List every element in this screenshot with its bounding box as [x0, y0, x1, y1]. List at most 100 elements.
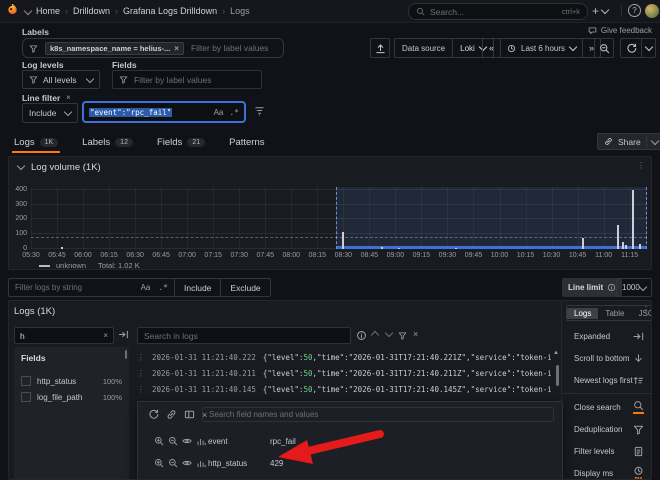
collapse-panel-icon[interactable] — [16, 161, 26, 171]
row-menu-icon[interactable]: ⋮ — [137, 353, 145, 362]
next-match-icon[interactable] — [384, 328, 394, 338]
tab-fields[interactable]: Fields 21 — [157, 137, 206, 153]
global-search-input[interactable]: Search... ctrl+k — [408, 3, 588, 20]
scroll-top-icon[interactable]: ▲ — [553, 350, 559, 356]
grafana-logo-icon[interactable] — [7, 4, 18, 15]
x-tick-label: 05:30 — [22, 252, 40, 259]
row-menu-icon[interactable]: ⋮ — [137, 385, 145, 394]
line-filter-mode-dropdown[interactable]: Include — [22, 103, 78, 123]
link-icon[interactable] — [166, 409, 177, 420]
search-in-logs-input[interactable]: Search in logs — [137, 327, 351, 344]
datasource-picker[interactable]: Data source Loki — [394, 38, 494, 58]
gridline-x — [187, 187, 189, 249]
give-feedback-link[interactable]: Give feedback — [588, 26, 652, 35]
filter-for-value-icon[interactable] — [154, 458, 164, 468]
breadcrumb-item[interactable]: Home — [36, 6, 60, 16]
field-stats-icon[interactable] — [196, 458, 206, 468]
log-row[interactable]: ⋮ 2026-01-31 11:21:40.145 {"level":50,"tim… — [137, 381, 551, 397]
legend-series-marker — [39, 264, 50, 267]
case-sensitive-toggle[interactable]: Aa — [214, 108, 224, 117]
log-levels-dropdown[interactable]: All levels — [22, 70, 100, 89]
label-filters-box[interactable]: k8s_namespace_name = helius-... × Filter… — [22, 38, 284, 58]
close-search-icon[interactable]: × — [413, 329, 418, 339]
field-stats-icon[interactable] — [196, 436, 206, 446]
option-expanded[interactable]: Expanded — [562, 325, 651, 347]
field-list-item-log_file_path[interactable]: log_file_path 100% — [14, 389, 129, 405]
log-row[interactable]: ⋮ 2026-01-31 11:21:40.211 {"level":50,"tim… — [137, 365, 551, 381]
option-deduplication[interactable]: Deduplication — [562, 418, 651, 440]
option-display-ms[interactable]: Display ms ms — [562, 462, 651, 479]
panel-title[interactable]: Log volume (1K) — [31, 162, 101, 173]
regex-toggle[interactable]: .* — [158, 283, 168, 292]
option-close-search[interactable]: Close search — [562, 396, 651, 418]
exclude-button[interactable]: Exclude — [220, 279, 269, 296]
filter-logs-input[interactable]: Filter logs by string Aa .* — [9, 279, 174, 296]
view-option-table[interactable]: Table — [598, 308, 631, 319]
columns-icon[interactable] — [184, 409, 195, 420]
refresh-icon[interactable] — [148, 409, 159, 420]
time-selection-region[interactable] — [336, 187, 647, 249]
zoom-out-button[interactable] — [594, 38, 614, 58]
field-checkbox[interactable] — [21, 376, 31, 386]
filter-for-value-icon[interactable] — [154, 436, 164, 446]
option-scroll-to-bottom[interactable]: Scroll to bottom — [562, 347, 651, 369]
breadcrumb-item[interactable]: Logs — [230, 6, 250, 16]
include-button[interactable]: Include — [174, 279, 220, 296]
line-limit-select[interactable]: 1000 — [616, 278, 652, 297]
org-switcher-caret-icon[interactable] — [23, 6, 33, 16]
log-segment: ,"time":"2026-01-31T17:21:40.221Z","serv… — [312, 352, 551, 362]
collapse-sidebar-icon[interactable] — [118, 329, 129, 340]
details-search-input[interactable]: Search field names and values — [202, 407, 554, 422]
time-range-button[interactable]: Last 6 hours — [501, 39, 582, 57]
toggle-field-visibility-icon[interactable] — [182, 436, 192, 446]
tab-labels[interactable]: Labels 12 — [82, 137, 133, 153]
clear-search-icon[interactable]: × — [103, 331, 108, 340]
line-limit-button[interactable]: Line limit — [562, 278, 623, 297]
funnel-icon — [29, 75, 38, 84]
new-menu-button[interactable]: + — [592, 3, 610, 19]
user-avatar[interactable] — [645, 4, 659, 18]
toggle-field-visibility-icon[interactable] — [182, 458, 192, 468]
sidebar-scrollbar[interactable] — [125, 350, 127, 359]
filter-out-value-icon[interactable] — [168, 436, 178, 446]
regex-toggle[interactable]: .* — [229, 108, 239, 117]
export-button[interactable] — [370, 38, 390, 58]
fields-search-input[interactable]: h × — [14, 327, 114, 344]
remove-chip-icon[interactable]: × — [174, 44, 179, 53]
logs-scrollbar[interactable] — [556, 361, 559, 397]
help-icon[interactable]: ? — [628, 4, 641, 17]
field-checkbox[interactable] — [21, 392, 31, 402]
logs-panel-title[interactable]: Logs (1K) — [14, 306, 55, 317]
tab-patterns[interactable]: Patterns — [229, 137, 264, 153]
view-option-logs[interactable]: Logs — [567, 307, 599, 319]
case-sensitive-toggle[interactable]: Aa — [141, 283, 151, 292]
field-list-item-http_status[interactable]: http_status 100% — [14, 373, 129, 389]
options-menu-icon[interactable]: ⋮ — [642, 305, 650, 314]
option-filter-levels[interactable]: Filter levels — [562, 440, 651, 462]
refresh-icon[interactable] — [621, 39, 641, 57]
funnel-icon[interactable] — [398, 331, 407, 340]
field-percent: 100% — [102, 376, 122, 386]
time-shift-back-button[interactable]: « — [483, 39, 501, 57]
label-filter-chip[interactable]: k8s_namespace_name = helius-... × — [45, 41, 184, 55]
breadcrumb-item[interactable]: Grafana Logs Drilldown — [123, 6, 217, 16]
refresh-interval-caret[interactable] — [641, 39, 655, 57]
x-tick-label: 06:45 — [152, 252, 170, 259]
share-button[interactable]: Share — [597, 133, 660, 150]
row-menu-icon[interactable]: ⋮ — [137, 369, 145, 378]
tab-logs[interactable]: Logs 1K — [11, 137, 61, 153]
log-volume-chart[interactable] — [31, 187, 647, 249]
prev-match-icon[interactable] — [370, 330, 380, 340]
x-tick-label: 09:15 — [412, 252, 431, 259]
filter-out-value-icon[interactable] — [168, 458, 178, 468]
arrow-down-icon — [633, 353, 644, 364]
breadcrumb-item[interactable]: Drilldown — [73, 6, 110, 16]
fields-filter-input[interactable]: Filter by label values — [112, 70, 262, 89]
option-newest-logs-first[interactable]: Newest logs first — [562, 369, 651, 391]
log-row[interactable]: ⋮ 2026-01-31 11:21:40.222 {"level":50,"tim… — [137, 349, 551, 365]
line-filter-options-icon[interactable] — [254, 105, 265, 116]
clear-line-filter-icon[interactable]: × — [66, 93, 71, 102]
panel-menu-icon[interactable]: ⋮ — [637, 161, 645, 170]
legend-series-name[interactable]: unknown — [56, 261, 86, 270]
line-filter-input[interactable]: "event":"rpc_fail" Aa .* — [82, 101, 246, 123]
